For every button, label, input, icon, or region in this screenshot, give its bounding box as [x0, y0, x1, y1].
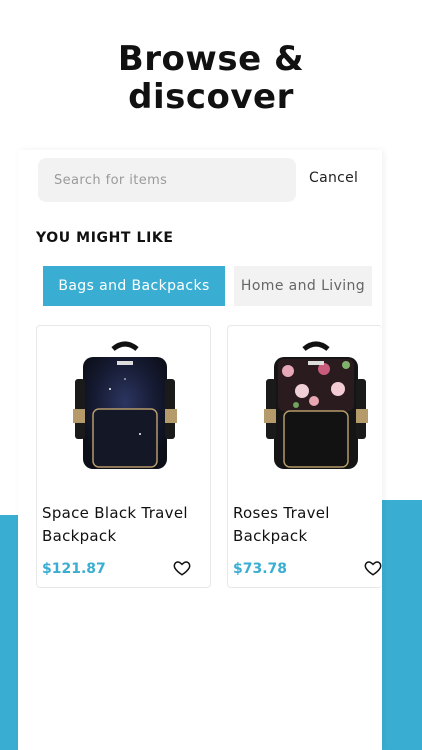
product-card[interactable]: Space Black Travel Backpack $121.87 — [36, 325, 211, 588]
product-name: Roses Travel Backpack — [233, 504, 330, 545]
headline-line-1: Browse & — [117, 39, 305, 79]
search-input[interactable]: Search for items — [38, 158, 296, 202]
category-chip-home[interactable]: Home and Living — [234, 266, 372, 306]
product-image — [37, 326, 210, 491]
screen: Search for items Cancel YOU MIGHT LIKE B… — [18, 150, 382, 750]
category-chip-bags[interactable]: Bags and Backpacks — [43, 266, 225, 306]
product-price: $121.87 — [42, 561, 106, 577]
product-price: $73.78 — [233, 561, 288, 577]
headline-line-2: discover — [128, 77, 294, 117]
product-name: Space Black Travel Backpack — [42, 504, 188, 545]
cancel-button[interactable]: Cancel — [309, 170, 358, 186]
heart-outline-icon[interactable] — [364, 559, 382, 577]
heart-outline-icon[interactable] — [173, 559, 191, 577]
product-card[interactable]: Roses Travel Backpack $73.78 — [227, 325, 382, 588]
product-image — [228, 326, 382, 491]
search-placeholder: Search for items — [54, 172, 168, 188]
headline: Browse & discover — [0, 40, 422, 116]
section-title: YOU MIGHT LIKE — [36, 230, 174, 246]
